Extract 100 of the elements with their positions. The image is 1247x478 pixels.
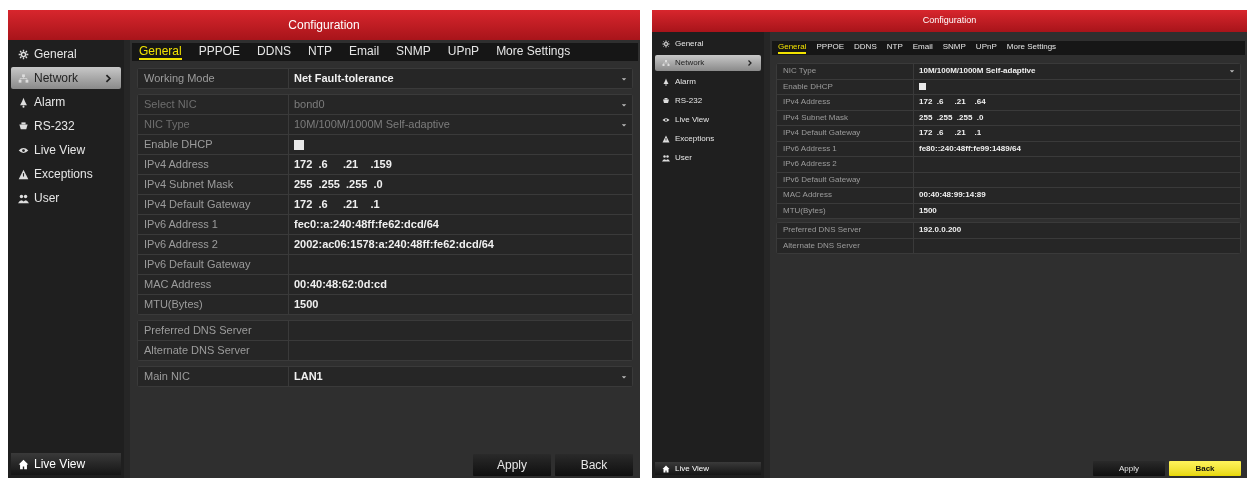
field-label: IPv6 Address 2	[777, 157, 913, 172]
field-label: IPv6 Default Gateway	[138, 255, 288, 274]
action-button[interactable]: Apply	[473, 454, 551, 476]
bell-icon	[662, 78, 670, 86]
back-button[interactable]: Back	[1169, 461, 1241, 476]
field-label: NIC Type	[138, 115, 288, 134]
field-label: IPv4 Subnet Mask	[777, 110, 913, 125]
users-icon	[18, 192, 29, 204]
sidebar-item[interactable]: General	[655, 36, 761, 52]
field-label: IPv6 Address 2	[138, 235, 288, 254]
field-label: Alternate DNS Server	[138, 341, 288, 360]
tab[interactable]: NTP	[308, 44, 333, 60]
bell-icon	[18, 96, 29, 108]
home-icon	[662, 464, 670, 473]
tab[interactable]: General	[139, 44, 182, 60]
field-label: IPv6 Address 1	[138, 215, 288, 234]
warning-icon	[18, 168, 29, 180]
field-label: MAC Address	[138, 275, 288, 294]
sidebar-item[interactable]: User	[655, 150, 761, 166]
sidebar-item[interactable]: Live View	[11, 139, 121, 161]
eye-icon	[662, 116, 670, 124]
tab[interactable]: SNMP	[942, 42, 966, 54]
sidebar-item[interactable]: User	[11, 187, 121, 209]
dropdown-arrow-icon	[621, 373, 627, 380]
input-field[interactable]: 172 .6 .21 .1	[289, 195, 632, 214]
users-icon	[662, 154, 670, 162]
input-field[interactable]: 172 .6 .21 .159	[289, 155, 632, 174]
input-field[interactable]: 255 .255 .255 .0	[289, 175, 632, 194]
tab[interactable]: PPPOE	[198, 44, 241, 60]
field-label: Main NIC	[138, 367, 288, 386]
network-icon	[18, 72, 29, 84]
tab[interactable]: DDNS	[257, 44, 292, 60]
dropdown-arrow-icon	[1229, 68, 1235, 75]
warning-icon	[662, 135, 670, 143]
sidebar-item[interactable]: Network	[655, 55, 761, 71]
sidebar-item[interactable]: RS-232	[11, 115, 121, 137]
tab[interactable]: UPnP	[447, 44, 480, 60]
field-label: Preferred DNS Server	[138, 321, 288, 340]
input-field[interactable]: 00:40:48:62:0d:cd	[289, 275, 632, 294]
serial-port-icon	[662, 97, 670, 105]
dropdown-arrow-icon	[621, 75, 627, 82]
dropdown-arrow-icon	[621, 101, 627, 108]
field-label: Enable DHCP	[777, 79, 913, 94]
input-field[interactable]: 1500	[914, 203, 1240, 218]
tab[interactable]: Email	[349, 44, 380, 60]
dropdown[interactable]: Net Fault-tolerance	[289, 69, 632, 88]
checkbox[interactable]	[294, 139, 304, 150]
input-field[interactable]: 2002:ac06:1578:a:240:48ff:fe62:dcd/64	[289, 235, 632, 254]
action-button[interactable]: Apply	[1093, 461, 1165, 476]
network-icon	[662, 59, 670, 67]
field-label: Alternate DNS Server	[777, 238, 913, 253]
field-label: Select NIC	[138, 95, 288, 114]
sidebar-item[interactable]: RS-232	[655, 93, 761, 109]
tab[interactable]: NTP	[886, 42, 903, 54]
chevron-right-icon	[103, 72, 114, 84]
field-label: IPv6 Default Gateway	[777, 172, 913, 187]
sidebar-item[interactable]: Live View	[655, 112, 761, 128]
dropdown: 10M/100M/1000M Self-adaptive	[289, 115, 632, 134]
tab[interactable]: More Settings	[496, 44, 571, 60]
sidebar-item[interactable]: Alarm	[655, 74, 761, 90]
serial-port-icon	[18, 120, 29, 132]
dropdown[interactable]: LAN1	[289, 367, 632, 386]
sidebar-item[interactable]: General	[11, 43, 121, 65]
input-field[interactable]: 00:40:48:99:14:89	[914, 188, 1240, 203]
window-title: Configuration	[652, 10, 1247, 32]
field-label: IPv4 Address	[138, 155, 288, 174]
field-label: IPv4 Default Gateway	[138, 195, 288, 214]
input-field[interactable]: 1500	[289, 295, 632, 314]
sidebar-item[interactable]: Exceptions	[655, 131, 761, 147]
tab[interactable]: UPnP	[975, 42, 997, 54]
input-field[interactable]: 172 .6 .21 .64	[914, 95, 1240, 110]
tab[interactable]: General	[778, 42, 807, 54]
input-field[interactable]: 172 .6 .21 .1	[914, 126, 1240, 141]
input-field[interactable]: 255 .255 .255 .0	[914, 110, 1240, 125]
tab[interactable]: DDNS	[854, 42, 877, 54]
gear-icon	[18, 48, 29, 60]
action-button[interactable]: Back	[555, 454, 633, 476]
field-label: IPv6 Address 1	[777, 141, 913, 156]
sidebar-item[interactable]: Alarm	[11, 91, 121, 113]
live-view-button[interactable]: Live View	[655, 462, 761, 475]
field-label: MTU(Bytes)	[777, 203, 913, 218]
tab[interactable]: PPPOE	[816, 42, 845, 54]
live-view-button[interactable]: Live View	[11, 453, 121, 475]
input-field[interactable]: fe80::240:48ff:fe99:1489/64	[914, 141, 1240, 156]
field-label: IPv4 Subnet Mask	[138, 175, 288, 194]
tab[interactable]: More Settings	[1006, 42, 1057, 54]
sidebar-item[interactable]: Exceptions	[11, 163, 121, 185]
tab[interactable]: Email	[912, 42, 933, 54]
chevron-right-icon	[746, 59, 754, 67]
sidebar-item[interactable]: Network	[11, 67, 121, 89]
input-field[interactable]: fec0::a:240:48ff:fe62:dcd/64	[289, 215, 632, 234]
dropdown: bond0	[289, 95, 632, 114]
dropdown[interactable]: 10M/100M/1000M Self-adaptive	[914, 64, 1240, 79]
home-icon	[18, 458, 29, 470]
input-field[interactable]: 192.0.0.200	[914, 223, 1240, 238]
field-label: NIC Type	[777, 64, 913, 79]
field-label: Preferred DNS Server	[777, 223, 913, 238]
tab[interactable]: SNMP	[396, 44, 431, 60]
field-label: IPv4 Address	[777, 95, 913, 110]
checkbox[interactable]	[919, 83, 926, 91]
